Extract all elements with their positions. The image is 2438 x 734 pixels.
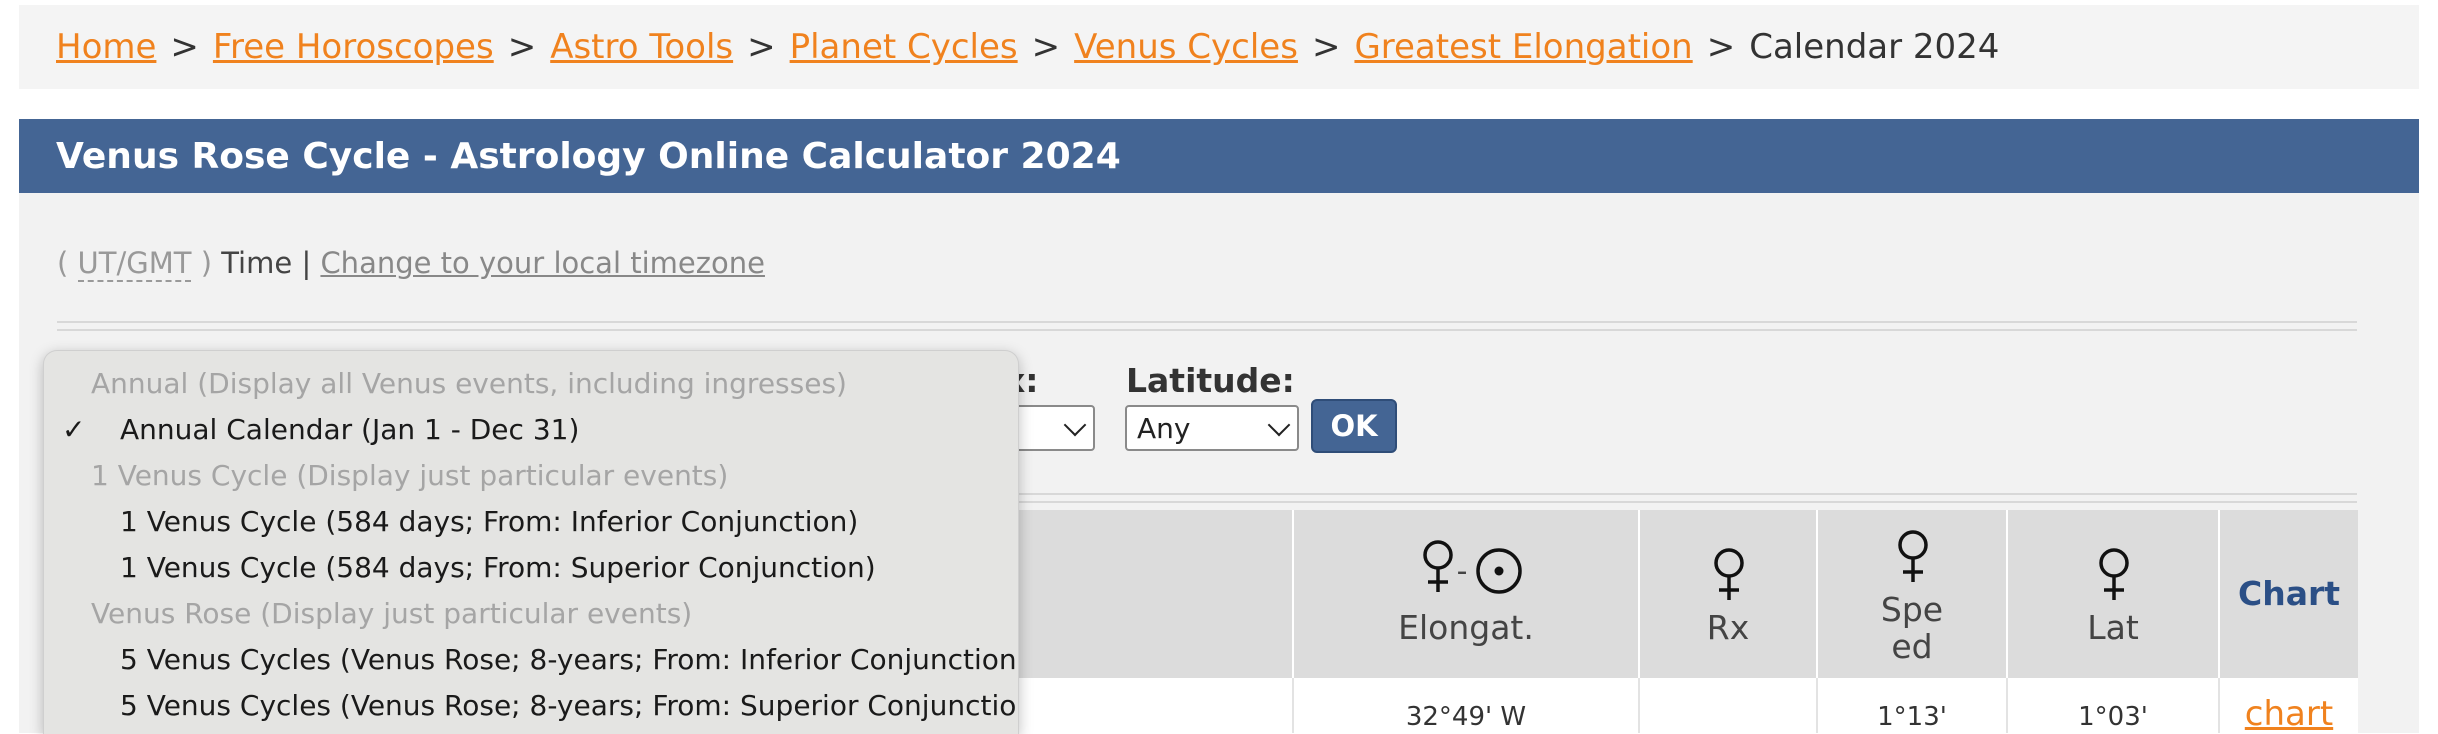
venus-icon	[2099, 548, 2129, 600]
breadcrumb-free-horoscopes-link[interactable]: Free Horoscopes	[213, 27, 494, 67]
table-header-rx: Rx	[1638, 510, 1816, 678]
elongation-header-label: Elongat.	[1398, 608, 1534, 647]
timezone-open-paren: (	[57, 246, 69, 280]
dropdown-option-label: Annual Calendar (Jan 1 - Dec 31)	[120, 413, 580, 446]
page-title: Venus Rose Cycle - Astrology Online Calc…	[19, 119, 2419, 193]
breadcrumb-separator: >	[1031, 27, 1061, 67]
breadcrumb-separator: >	[507, 27, 537, 67]
dropdown-option-cycle-superior[interactable]: 1 Venus Cycle (584 days; From: Superior …	[44, 551, 1018, 597]
breadcrumb-current: Calendar 2024	[1749, 27, 2000, 67]
table-header-chart: Chart	[2218, 510, 2358, 678]
latitude-select-value: Any	[1137, 411, 1191, 445]
speed-header-label-line2: ed	[1891, 627, 1933, 666]
divider	[57, 321, 2357, 331]
lat-header-label: Lat	[2087, 608, 2139, 647]
rx-header-label: Rx	[1706, 608, 1750, 647]
breadcrumb-astro-tools-link[interactable]: Astro Tools	[550, 27, 733, 67]
breadcrumb-separator: >	[747, 27, 776, 67]
chart-link[interactable]: chart	[2220, 694, 2358, 734]
table-cell-lat: 1°03'	[2006, 678, 2218, 733]
table-header-elongation: - Elongat.	[1292, 510, 1638, 678]
breadcrumb: Home > Free Horoscopes > Astro Tools > P…	[19, 5, 2419, 89]
change-timezone-link[interactable]: Change to your local timezone	[320, 246, 765, 280]
latitude-label: Latitude:	[1126, 361, 1295, 400]
period-select-dropdown[interactable]: Annual (Display all Venus events, includ…	[43, 350, 1019, 734]
breadcrumb-home-link[interactable]: Home	[56, 27, 156, 67]
venus-icon	[1898, 530, 1928, 582]
chevron-down-icon	[1267, 413, 1291, 437]
table-cell-chart: chart	[2218, 678, 2358, 734]
table-cell-elongation: 32°49' W	[1292, 678, 1638, 733]
lat-value: 1°03'	[2078, 702, 2148, 732]
speed-header-label-line1: Spe	[1880, 590, 1944, 629]
dropdown-group-venus-rose: Venus Rose (Display just particular even…	[91, 597, 693, 630]
dropdown-group-annual: Annual (Display all Venus events, includ…	[91, 367, 847, 400]
elongation-dash: -	[1456, 554, 1468, 589]
table-cell-speed: 1°13'	[1816, 678, 2006, 733]
chart-header-label: Chart	[2237, 574, 2341, 613]
dropdown-option-rose-superior[interactable]: 5 Venus Cycles (Venus Rose; 8-years; Fro…	[44, 689, 1018, 734]
dropdown-option-rose-inferior[interactable]: 5 Venus Cycles (Venus Rose; 8-years; Fro…	[44, 643, 1018, 689]
dropdown-option-cycle-inferior[interactable]: 1 Venus Cycle (584 days; From: Inferior …	[44, 505, 1018, 551]
table-cell-rx	[1638, 678, 1816, 733]
breadcrumb-greatest-elongation-link[interactable]: Greatest Elongation	[1354, 27, 1692, 67]
elongation-value: 32°49' W	[1405, 702, 1527, 732]
ok-button[interactable]: OK	[1311, 399, 1397, 453]
timezone-close-paren: )	[200, 246, 213, 280]
breadcrumb-separator: >	[1706, 27, 1736, 67]
dropdown-option-annual-calendar[interactable]: ✓ Annual Calendar (Jan 1 - Dec 31)	[44, 413, 1018, 459]
checkmark-icon: ✓	[62, 413, 86, 446]
timezone-time-label: Time	[221, 246, 293, 280]
timezone-line: ( UT/GMT ) Time | Change to your local t…	[57, 246, 765, 282]
timezone-pipe: |	[301, 246, 312, 280]
sun-icon	[1476, 548, 1522, 594]
table-header-lat: Lat	[2006, 510, 2218, 678]
timezone-abbr: UT/GMT	[77, 246, 192, 282]
chevron-down-icon	[1063, 413, 1087, 437]
venus-icon	[1423, 540, 1453, 592]
table-header-speed: Spe ed	[1816, 510, 2006, 678]
breadcrumb-separator: >	[170, 27, 199, 67]
latitude-select[interactable]: Any	[1125, 405, 1299, 451]
dropdown-group-one-cycle: 1 Venus Cycle (Display just particular e…	[91, 459, 729, 492]
breadcrumb-separator: >	[1311, 27, 1341, 67]
breadcrumb-venus-cycles-link[interactable]: Venus Cycles	[1074, 27, 1298, 67]
venus-icon	[1714, 548, 1744, 600]
breadcrumb-planet-cycles-link[interactable]: Planet Cycles	[790, 27, 1018, 67]
speed-value: 1°13'	[1877, 702, 1947, 732]
